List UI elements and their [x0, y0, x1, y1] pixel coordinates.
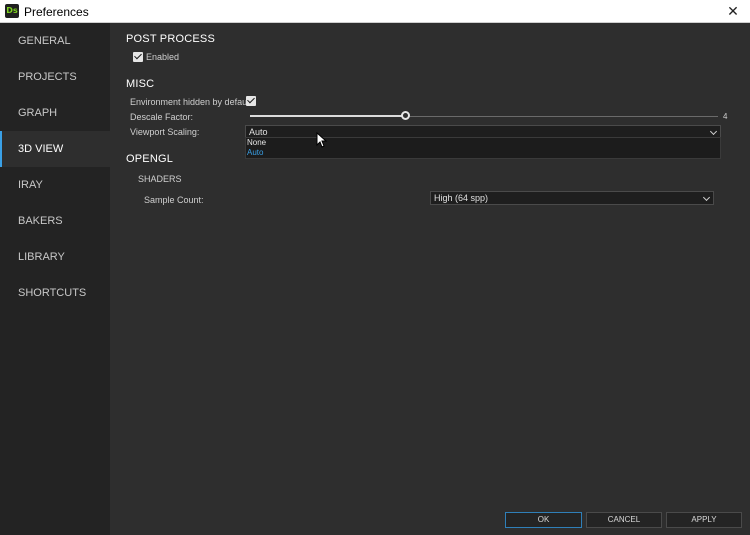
window-title: Preferences — [24, 5, 89, 19]
descale-factor-label: Descale Factor: — [130, 112, 194, 122]
sample-count-select[interactable]: High (64 spp) — [430, 191, 714, 205]
env-hidden-label: Environment hidden by default: — [130, 97, 255, 107]
enabled-label: Enabled — [146, 52, 180, 62]
sidebar-item-iray[interactable]: IRAY — [0, 167, 110, 203]
enabled-checkbox[interactable] — [133, 52, 143, 62]
viewport-scaling-label: Viewport Scaling: — [130, 127, 200, 137]
descale-slider-handle[interactable] — [401, 111, 410, 120]
sidebar-item-3d-view[interactable]: 3D VIEW — [0, 131, 110, 167]
cancel-button[interactable]: CANCEL — [586, 512, 662, 528]
viewport-scaling-value: Auto — [249, 127, 268, 137]
settings-panel: POST PROCESS Enabled MISC Environment hi… — [110, 23, 750, 535]
title-bar: Ds Preferences ✕ — [0, 0, 750, 23]
sidebar-item-graph[interactable]: GRAPH — [0, 95, 110, 131]
sample-count-label: Sample Count: — [144, 195, 204, 205]
shaders-heading: SHADERS — [138, 174, 182, 184]
sidebar-item-library[interactable]: LIBRARY — [0, 239, 110, 275]
opengl-heading: OPENGL — [126, 153, 174, 165]
sidebar-item-projects[interactable]: PROJECTS — [0, 59, 110, 95]
sidebar-item-general[interactable]: GENERAL — [0, 23, 110, 59]
sample-count-value: High (64 spp) — [434, 193, 489, 203]
misc-heading: MISC — [126, 78, 155, 90]
sidebar-item-shortcuts[interactable]: SHORTCUTS — [0, 275, 110, 311]
apply-button[interactable]: APPLY — [666, 512, 742, 528]
sidebar-item-bakers[interactable]: BAKERS — [0, 203, 110, 239]
option-auto[interactable]: Auto — [246, 148, 720, 158]
app-logo-icon: Ds — [5, 4, 19, 18]
mouse-cursor-icon — [316, 132, 328, 148]
ok-button[interactable]: OK — [505, 512, 582, 528]
chevron-down-icon — [702, 193, 711, 202]
post-process-heading: POST PROCESS — [126, 33, 215, 45]
chevron-down-icon — [709, 127, 718, 136]
close-icon[interactable]: ✕ — [716, 0, 750, 23]
sidebar: GENERAL PROJECTS GRAPH 3D VIEW IRAY BAKE… — [0, 23, 110, 535]
env-hidden-checkbox[interactable] — [246, 96, 256, 106]
descale-slider-fill — [250, 115, 404, 117]
descale-value: 4 — [723, 112, 728, 121]
